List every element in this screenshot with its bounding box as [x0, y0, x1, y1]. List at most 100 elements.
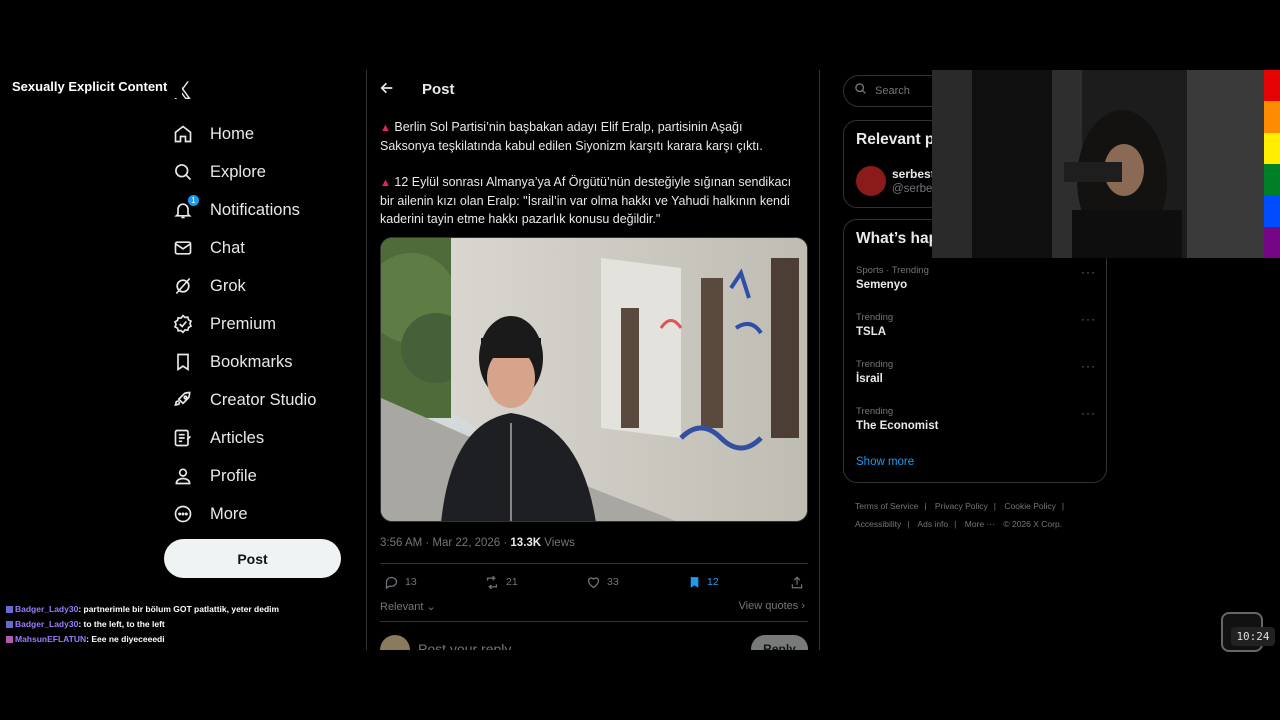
nav-notifications[interactable]: 1 Notifications — [172, 195, 300, 223]
nav-label: Bookmarks — [210, 352, 293, 371]
nav-label: More — [210, 504, 248, 523]
nav-profile[interactable]: Profile — [172, 463, 257, 489]
more-link[interactable]: More ··· — [965, 519, 995, 529]
more-options-icon[interactable]: ··· — [1081, 406, 1096, 420]
reply-count: 13 — [405, 576, 417, 588]
privacy-link[interactable]: Privacy Policy — [935, 501, 988, 511]
trend-category: Sports · Trending — [856, 265, 929, 276]
chevron-right-icon: › — [798, 600, 805, 612]
avatar[interactable] — [856, 166, 886, 196]
stream-chat: Badger_Lady30: partnerimle bir bölum GOT… — [6, 602, 336, 647]
more-circle-icon — [172, 503, 194, 525]
reply-input[interactable] — [418, 641, 718, 650]
trend-item[interactable]: Trending İsrail ··· — [856, 359, 1096, 399]
card-title: What’s hap — [856, 230, 939, 247]
ads-info-link[interactable]: Ads info — [917, 519, 948, 529]
nav-label: Articles — [210, 428, 265, 447]
nav-label: Premium — [210, 314, 277, 333]
nav-label: Grok — [210, 276, 246, 295]
webcam-overlay — [932, 70, 1264, 258]
trend-item[interactable]: Sports · Trending Semenyo ··· — [856, 265, 1096, 305]
chat-badge-icon — [6, 606, 13, 613]
heart-icon — [587, 576, 600, 588]
view-quotes-link[interactable]: View quotes › — [739, 600, 805, 612]
nav-premium[interactable]: Premium — [172, 311, 276, 337]
red-triangle-icon: ▲ — [380, 177, 391, 189]
avatar — [380, 635, 410, 650]
show-more-link[interactable]: Show more — [856, 456, 914, 468]
nav-chat[interactable]: Chat — [172, 235, 245, 261]
chat-badge-icon — [6, 621, 13, 628]
nav-bookmarks[interactable]: Bookmarks — [172, 349, 293, 375]
post-body: ▲ Berlin Sol Partisi’nin başbakan adayı … — [380, 118, 800, 246]
nav-grok[interactable]: Grok — [172, 273, 246, 299]
trend-category: Trending — [856, 359, 894, 370]
views-count: 13.3K — [510, 537, 542, 549]
terms-link[interactable]: Terms of Service — [855, 501, 918, 511]
compose-post-button[interactable]: Post — [164, 539, 341, 578]
chat-text: Eee ne diyeceeedi — [91, 634, 165, 644]
explicit-content-label: Sexually Explicit Content — [6, 76, 182, 98]
more-options-icon[interactable]: ··· — [1081, 265, 1096, 279]
red-triangle-icon: ▲ — [380, 122, 391, 134]
nav-more[interactable]: More — [172, 501, 248, 527]
chat-username: Badger_Lady30 — [15, 619, 79, 629]
like-button[interactable]: 33 — [586, 575, 619, 590]
reply-submit-button[interactable]: Reply — [751, 635, 808, 650]
footer-links: Terms of Service | Privacy Policy | Cookie… — [855, 501, 1065, 529]
nav-label: Chat — [210, 238, 245, 257]
trend-name: Semenyo — [856, 279, 908, 291]
post-timestamp: 3:56 AM · Mar 22, 2026 · — [380, 537, 511, 549]
person-icon — [172, 465, 194, 487]
page-title: Post — [422, 81, 455, 98]
post-photo[interactable] — [380, 237, 808, 522]
post-paragraph: ▲ Berlin Sol Partisi’nin başbakan adayı … — [380, 118, 800, 155]
sort-replies-dropdown[interactable]: Relevant ⌄ — [380, 600, 436, 613]
card-title: Relevant p — [856, 131, 935, 148]
share-button[interactable] — [790, 575, 804, 590]
accessibility-link[interactable]: Accessibility — [855, 519, 901, 529]
cookie-link[interactable]: Cookie Policy — [1004, 501, 1056, 511]
back-arrow-icon[interactable] — [379, 80, 395, 101]
home-icon — [172, 123, 194, 145]
nav-label: Notifications — [210, 200, 300, 219]
nav-creator-studio[interactable]: Creator Studio — [172, 387, 316, 413]
chat-badge-icon — [6, 636, 13, 643]
more-options-icon[interactable]: ··· — [1081, 359, 1096, 373]
chat-username: Badger_Lady30 — [15, 604, 79, 614]
more-options-icon[interactable]: ··· — [1081, 312, 1096, 326]
trend-name: İsrail — [856, 373, 883, 385]
reply-icon — [385, 576, 398, 589]
repost-button[interactable]: 21 — [484, 575, 518, 590]
rocket-icon — [172, 389, 194, 411]
nav-label: Profile — [210, 466, 257, 485]
trend-category: Trending — [856, 406, 894, 417]
trend-name: TSLA — [856, 326, 887, 338]
post-paragraph-text: 12 Eylül sonrası Almanya’ya Af Örgütü’nü… — [380, 175, 792, 226]
bookmark-button[interactable]: 12 — [688, 575, 719, 590]
nav-label: Explore — [210, 162, 266, 181]
nav-home[interactable]: Home — [172, 121, 254, 147]
search-icon — [854, 82, 867, 100]
trend-item[interactable]: Trending TSLA ··· — [856, 312, 1096, 352]
notification-badge: 1 — [188, 195, 199, 206]
post-meta: 3:56 AM · Mar 22, 2026 · 13.3K Views — [380, 537, 575, 549]
chat-message: MahsunEFLATUN: Eee ne diyeceeedi — [6, 632, 336, 647]
search-icon — [172, 161, 194, 183]
reply-button[interactable]: 13 — [384, 575, 417, 590]
relevant-user-name[interactable]: serbest — [892, 167, 935, 181]
bookmark-icon — [172, 351, 194, 373]
like-count: 33 — [607, 576, 619, 588]
post-header: Post — [367, 70, 819, 112]
views-label: Views — [541, 537, 575, 549]
nav-explore[interactable]: Explore — [172, 159, 266, 185]
bell-icon: 1 — [172, 195, 199, 221]
sort-label: Relevant — [380, 601, 424, 613]
trend-item[interactable]: Trending The Economist ··· — [856, 406, 1096, 446]
nav-articles[interactable]: Articles — [172, 425, 264, 451]
grok-icon — [172, 275, 194, 297]
bookmark-count: 12 — [707, 576, 719, 588]
mail-icon — [172, 237, 194, 259]
copyright: © 2026 X Corp. — [1003, 519, 1063, 529]
article-icon — [172, 427, 194, 449]
